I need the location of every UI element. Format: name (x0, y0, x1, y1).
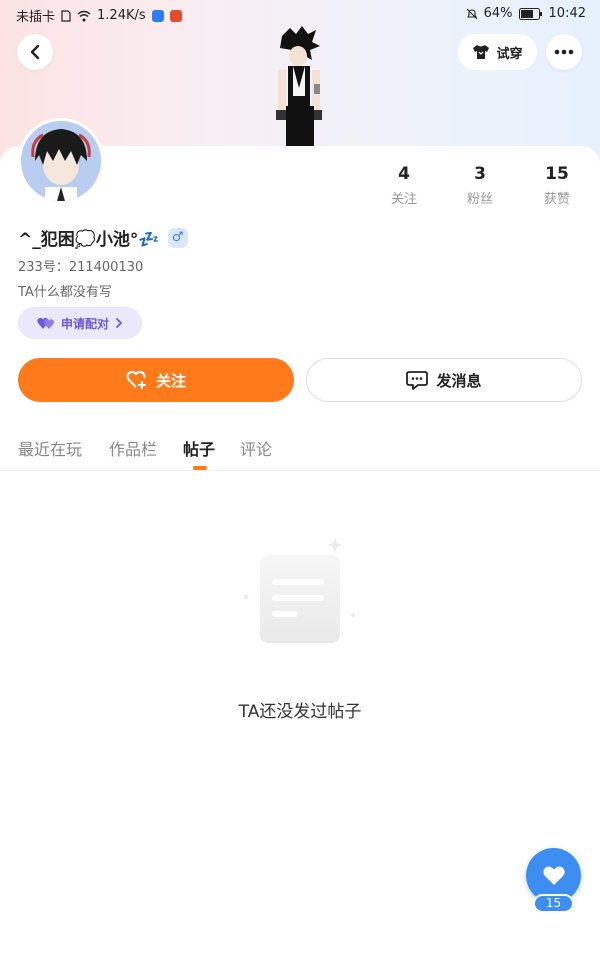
back-button[interactable] (17, 34, 53, 70)
stat-following-label: 关注 (390, 192, 417, 207)
sim-icon (61, 9, 71, 22)
stat-fans-label: 粉丝 (466, 192, 493, 207)
like-count-badge: 15 (533, 894, 574, 913)
tshirt-icon (473, 45, 490, 59)
heart-plus-icon (126, 370, 146, 389)
tab-works[interactable]: 作品栏 (109, 436, 157, 460)
try-on-label: 试穿 (496, 46, 523, 62)
gender-badge: ♂ (167, 227, 188, 248)
app-notify-icon (151, 9, 164, 22)
network-speed: 1.24K/s (97, 8, 146, 23)
wifi-icon (77, 10, 91, 21)
stat-likes[interactable]: 15 获赞 (527, 164, 587, 207)
status-bar: 未插卡 1.24K/s 64% 10:42 (0, 0, 600, 28)
empty-state-text: TA还没发过帖子 (238, 702, 362, 722)
tab-recently-played[interactable]: 最近在玩 (18, 436, 82, 460)
chevron-right-icon (116, 318, 123, 328)
avatar-image (21, 121, 101, 201)
heart-icon (542, 866, 565, 885)
carrier-text: 未插卡 (16, 10, 56, 25)
more-icon (554, 49, 574, 55)
stat-following-value: 4 (398, 164, 410, 184)
character-banner-image (276, 26, 322, 148)
mute-bell-icon (466, 8, 478, 19)
follow-label: 关注 (155, 371, 186, 390)
profile-name: ^_犯困💭小池°💤 (18, 230, 160, 250)
stat-fans[interactable]: 3 粉丝 (450, 164, 510, 207)
send-message-label: 发消息 (436, 371, 482, 390)
pair-request-button[interactable]: 申请配对 (18, 307, 142, 339)
pair-request-label: 申请配对 (60, 316, 109, 331)
stat-likes-value: 15 (545, 164, 569, 184)
stat-following[interactable]: 4 关注 (374, 164, 434, 207)
stat-likes-label: 获赞 (543, 192, 570, 207)
back-arrow-icon (30, 44, 40, 60)
tabs-divider (0, 470, 600, 471)
tab-posts[interactable]: 帖子 (183, 436, 215, 460)
chat-bubble-icon (406, 371, 429, 390)
profile-name-row: ^_犯困💭小池°💤 ♂ (18, 225, 188, 250)
app-notify-icon-2 (169, 9, 182, 22)
try-on-button[interactable]: 试穿 (458, 34, 537, 70)
avatar[interactable] (18, 118, 104, 204)
empty-document-icon (243, 537, 355, 643)
stat-fans-value: 3 (474, 164, 486, 184)
follow-button[interactable]: 关注 (18, 358, 294, 402)
tab-comments[interactable]: 评论 (240, 436, 272, 460)
send-message-button[interactable]: 发消息 (306, 358, 582, 402)
user-id: 233号：211400130 (18, 260, 144, 275)
more-button[interactable] (546, 34, 582, 70)
bio-text: TA什么都没有写 (18, 285, 112, 300)
battery-percent: 64% (483, 6, 513, 21)
double-heart-icon (37, 317, 54, 329)
clock: 10:42 (548, 6, 586, 21)
battery-icon (518, 7, 542, 20)
